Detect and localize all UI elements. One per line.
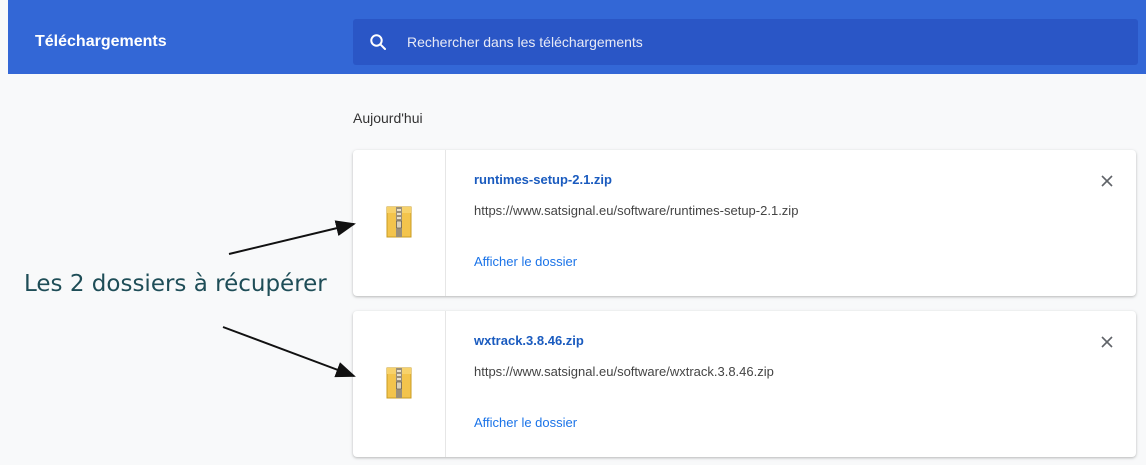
- show-in-folder-link[interactable]: Afficher le dossier: [474, 254, 577, 269]
- file-name-link[interactable]: runtimes-setup-2.1.zip: [474, 172, 612, 187]
- file-icon-column: [353, 150, 446, 296]
- zip-archive-icon: [386, 206, 412, 238]
- page-title: Téléchargements: [35, 33, 167, 50]
- search-icon[interactable]: [369, 33, 387, 51]
- file-icon-column: [353, 311, 446, 457]
- toolbar: Téléchargements: [8, 0, 1146, 74]
- file-source-url: https://www.satsignal.eu/software/wxtrac…: [474, 364, 774, 379]
- download-item: runtimes-setup-2.1.zip https://www.satsi…: [353, 150, 1136, 296]
- file-source-url: https://www.satsignal.eu/software/runtim…: [474, 203, 799, 218]
- show-in-folder-link[interactable]: Afficher le dossier: [474, 415, 577, 430]
- annotation-label: Les 2 dossiers à récupérer: [24, 271, 327, 297]
- zip-archive-icon: [386, 367, 412, 399]
- file-name-link[interactable]: wxtrack.3.8.46.zip: [474, 333, 584, 348]
- close-icon[interactable]: [1100, 335, 1114, 349]
- arrow-to-first-file: [228, 220, 356, 255]
- download-item: wxtrack.3.8.46.zip https://www.satsignal…: [353, 311, 1136, 457]
- date-section-heading: Aujourd'hui: [353, 110, 423, 126]
- arrow-to-second-file: [222, 326, 356, 378]
- close-icon[interactable]: [1100, 174, 1114, 188]
- search-input[interactable]: [403, 30, 1107, 54]
- search-box[interactable]: [353, 19, 1138, 65]
